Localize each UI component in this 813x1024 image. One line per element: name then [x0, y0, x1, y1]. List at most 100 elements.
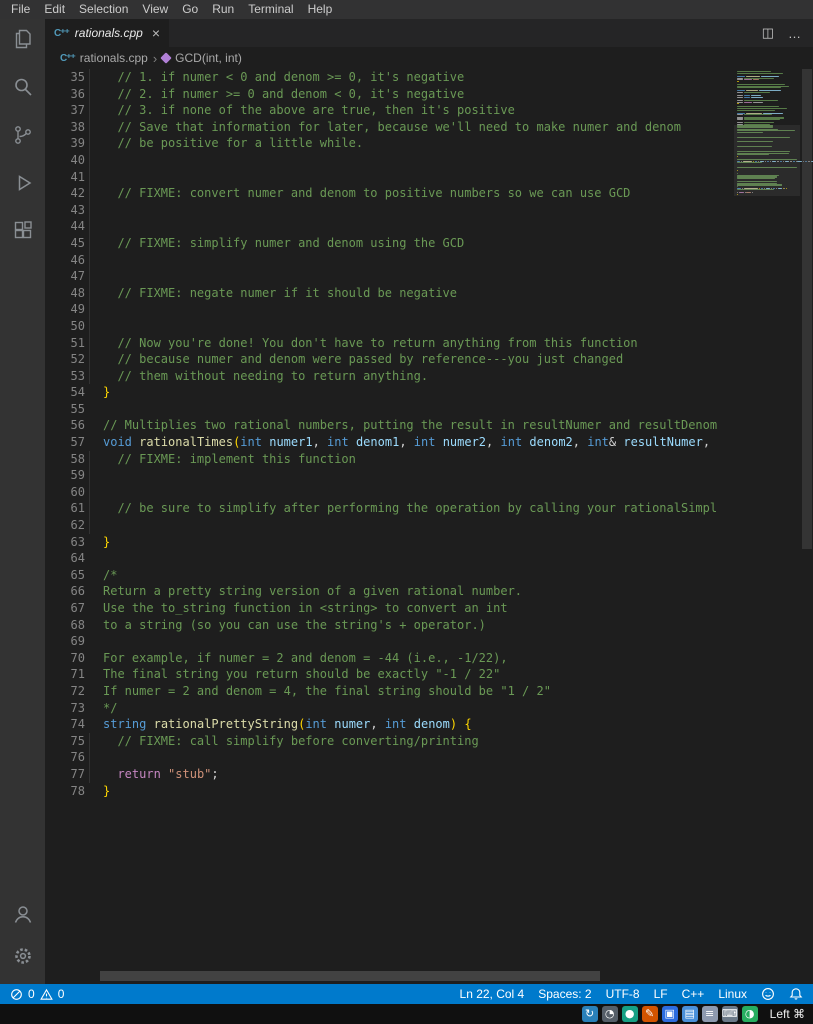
code-line[interactable]: 35 // 1. if numer < 0 and denom >= 0, it… — [45, 69, 735, 86]
status-item-utf-8[interactable]: UTF-8 — [606, 987, 640, 1001]
settings-gear-icon[interactable] — [11, 944, 35, 968]
status-item-lf[interactable]: LF — [654, 987, 668, 1001]
minimap[interactable] — [734, 69, 813, 984]
code-line[interactable]: 51 // Now you're done! You don't have to… — [45, 334, 735, 352]
code-line[interactable]: 67 Use the to_string function in <string>… — [45, 600, 735, 617]
menu-item-selection[interactable]: Selection — [72, 0, 135, 19]
line-content — [85, 467, 103, 484]
code-line[interactable]: 52 // because numer and denom were passe… — [45, 351, 735, 368]
tab-rationals-cpp[interactable]: C⁺⁺ rationals.cpp × — [45, 19, 170, 47]
tray-icon-window-2[interactable]: ▤ — [681, 1006, 698, 1022]
vertical-scrollbar[interactable] — [802, 69, 812, 549]
code-line[interactable]: 40 — [45, 151, 735, 169]
tray-icon-window-1[interactable]: ▣ — [661, 1006, 678, 1022]
code-line[interactable]: 42 // FIXME: convert numer and denom to … — [45, 185, 735, 202]
menu-item-help[interactable]: Help — [301, 0, 340, 19]
code-line[interactable]: 70 For example, if numer = 2 and denom = … — [45, 650, 735, 667]
tray-icon-clock[interactable]: ◔ — [601, 1006, 618, 1022]
status-item-c-[interactable]: C++ — [682, 987, 705, 1001]
code-line[interactable]: 46 — [45, 251, 735, 269]
source-control-icon[interactable] — [11, 123, 35, 147]
tray-icon-network[interactable]: ◑ — [741, 1006, 758, 1022]
code-line[interactable]: 73 */ — [45, 700, 735, 717]
code-line[interactable]: 60 — [45, 483, 735, 501]
code-line[interactable]: 72 If numer = 2 and denom = 4, the final … — [45, 683, 735, 700]
code-line[interactable]: 47 — [45, 268, 735, 285]
tray-icon-sync[interactable]: ↻ — [581, 1006, 598, 1022]
code-line[interactable]: 45 // FIXME: simplify numer and denom us… — [45, 234, 735, 252]
breadcrumb-file[interactable]: rationals.cpp — [80, 51, 148, 65]
split-editor-icon[interactable]: ◫ — [762, 25, 774, 41]
tray-icon-keyboard[interactable]: ⌨ — [721, 1006, 738, 1022]
system-tray: ↻ ◔ ● ✎ ▣ ▤ ≡ ⌨ ◑ — [581, 1006, 758, 1022]
code-line[interactable]: 78} — [45, 783, 735, 800]
horizontal-scrollbar[interactable] — [100, 971, 600, 981]
code-line[interactable]: 66 Return a pretty string version of a gi… — [45, 583, 735, 600]
tray-icon-app[interactable]: ● — [621, 1006, 638, 1022]
menu-item-edit[interactable]: Edit — [37, 0, 72, 19]
problems-indicator[interactable]: 0 0 — [10, 987, 64, 1001]
code-line[interactable]: 58 // FIXME: implement this function — [45, 450, 735, 468]
tab-label: rationals.cpp — [74, 26, 143, 40]
code-line[interactable]: 61 // be sure to simplify after performi… — [45, 500, 735, 518]
code-line[interactable]: 53 // them without needing to return any… — [45, 367, 735, 385]
feedback-smiley-icon[interactable] — [761, 987, 775, 1001]
code-line[interactable]: 77 return "stub"; — [45, 765, 735, 783]
status-item-ln-22-col-4[interactable]: Ln 22, Col 4 — [460, 987, 525, 1001]
line-number: 36 — [70, 86, 85, 101]
search-icon[interactable] — [11, 75, 35, 99]
minimap-slider[interactable] — [734, 125, 800, 196]
status-item-spaces-2[interactable]: Spaces: 2 — [538, 987, 591, 1001]
menu-item-go[interactable]: Go — [175, 0, 205, 19]
code-line[interactable]: 48 // FIXME: negate numer if it should b… — [45, 284, 735, 302]
tab-close-icon[interactable]: × — [152, 26, 160, 40]
code-line[interactable]: 62 — [45, 517, 735, 534]
code-line[interactable]: 64 — [45, 550, 735, 567]
code-line[interactable]: 50 — [45, 317, 735, 335]
menu-item-file[interactable]: File — [4, 0, 37, 19]
keyboard-layout-indicator[interactable]: Left ⌘ — [770, 1007, 805, 1021]
line-number: 65 — [70, 567, 85, 582]
menu-item-terminal[interactable]: Terminal — [241, 0, 300, 19]
editor[interactable]: 35 // 1. if numer < 0 and denom >= 0, it… — [45, 69, 813, 984]
code-line[interactable]: 38 // Save that information for later, b… — [45, 118, 735, 136]
code-line[interactable]: 49 — [45, 301, 735, 318]
line-number: 39 — [70, 136, 85, 151]
run-debug-icon[interactable] — [11, 171, 35, 195]
extensions-icon[interactable] — [11, 219, 35, 243]
code-line[interactable]: 71 The final string you return should be … — [45, 666, 735, 683]
code-line[interactable]: 37 // 3. if none of the above are true, … — [45, 102, 735, 119]
code-line[interactable]: 39 // be positive for a little while. — [45, 135, 735, 152]
breadcrumb: C⁺⁺ rationals.cpp › GCD(int, int) — [45, 47, 813, 69]
code-line[interactable]: 54} — [45, 384, 735, 401]
code-line[interactable]: 75 // FIXME: call simplify before conver… — [45, 732, 735, 750]
explorer-files-icon[interactable] — [11, 27, 35, 51]
line-number: 77 — [70, 766, 85, 781]
menu-item-view[interactable]: View — [135, 0, 175, 19]
code-line[interactable]: 65 /* — [45, 567, 735, 584]
code-line[interactable]: 44 — [45, 218, 735, 235]
more-actions-icon[interactable]: … — [788, 26, 801, 41]
code-line[interactable]: 69 — [45, 633, 735, 650]
tray-icon-edit[interactable]: ✎ — [641, 1006, 658, 1022]
code-line[interactable]: 57 void rationalTimes(int numer1, int den… — [45, 434, 735, 451]
notifications-bell-icon[interactable] — [789, 987, 803, 1001]
line-content: // because numer and denom were passed b… — [85, 351, 624, 368]
code-line[interactable]: 55 — [45, 401, 735, 418]
line-content: // Now you're done! You don't have to re… — [85, 334, 638, 352]
status-item-linux[interactable]: Linux — [718, 987, 747, 1001]
code-line[interactable]: 43 — [45, 201, 735, 219]
code-line[interactable]: 68 to a string (so you can use the string… — [45, 617, 735, 634]
code-line[interactable]: 74 string rationalPrettyString(int numer,… — [45, 716, 735, 733]
breadcrumb-symbol[interactable]: GCD(int, int) — [175, 51, 242, 65]
tray-icon-notes[interactable]: ≡ — [701, 1006, 718, 1022]
code-line[interactable]: 41 — [45, 168, 735, 186]
code-line[interactable]: 36 // 2. if numer >= 0 and denom < 0, it… — [45, 85, 735, 103]
code-line[interactable]: 59 — [45, 467, 735, 484]
code-line[interactable]: 63} — [45, 534, 735, 551]
account-icon[interactable] — [11, 902, 35, 926]
menu-item-run[interactable]: Run — [205, 0, 241, 19]
code-line[interactable]: 56 // Multiplies two rational numbers, pu… — [45, 417, 735, 434]
code-line[interactable]: 76 — [45, 749, 735, 766]
line-content — [85, 201, 103, 219]
